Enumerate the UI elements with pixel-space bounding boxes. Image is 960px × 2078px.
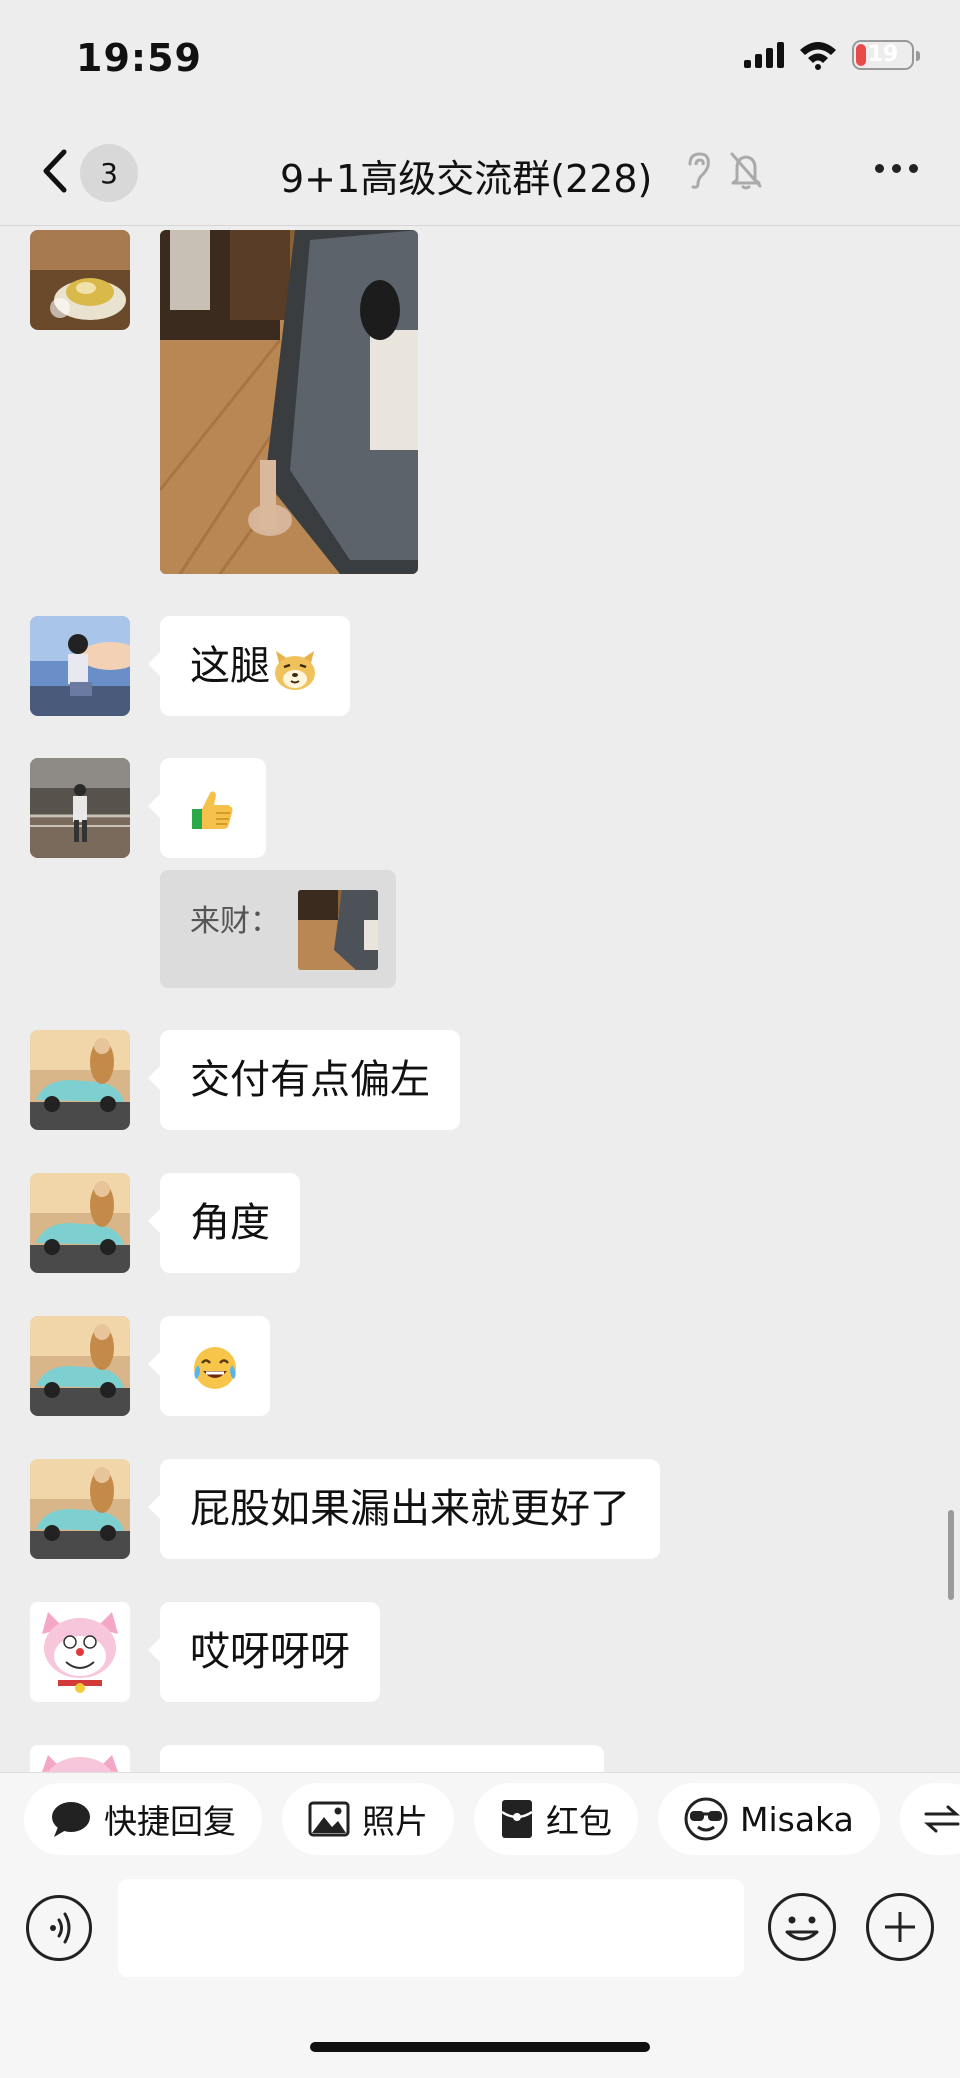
title-status-icons (684, 150, 764, 190)
chat-bubble-icon (52, 1802, 90, 1837)
voice-input-button[interactable] (26, 1895, 92, 1961)
sunglasses-icon (684, 1797, 728, 1841)
more-icon[interactable] (875, 164, 918, 173)
tears-of-joy-emoji (194, 1347, 236, 1389)
chat-header: 3 9+1高级交流群(228) (0, 120, 960, 226)
chat-title[interactable]: 9+1高级交流群(228) (280, 148, 652, 203)
quick-reply-chip[interactable]: 快捷回复 (24, 1783, 262, 1855)
battery-percent: 19 (867, 42, 899, 67)
avatar[interactable] (30, 616, 130, 716)
smiley-icon (785, 1916, 819, 1941)
message-bubble[interactable]: 这腿 (148, 616, 350, 716)
avatar[interactable] (30, 1173, 130, 1273)
avatar[interactable] (30, 1316, 130, 1416)
status-time: 19:59 (76, 36, 202, 80)
thumbs-up-emoji (192, 791, 233, 829)
switch-chip[interactable] (899, 1783, 960, 1855)
message-bubble[interactable] (160, 1745, 604, 1772)
chip-label: 红包 (546, 1802, 612, 1841)
bottom-panel: 快捷回复 照片 红包 Misaka (0, 1772, 960, 2078)
message-bubble[interactable]: 交付有点偏左 (148, 1030, 460, 1130)
quote-thumbnail[interactable] (298, 890, 378, 970)
status-bar: 19:59 19 (0, 0, 960, 120)
message-bubble[interactable] (148, 1316, 270, 1416)
quick-action-bar: 快捷回复 照片 红包 Misaka (24, 1783, 960, 1855)
battery-icon: 19 (852, 40, 920, 70)
shared-image[interactable] (160, 230, 418, 574)
emoji-button[interactable] (768, 1893, 836, 1961)
avatar[interactable] (30, 758, 130, 858)
message-text: 屁股如果漏出来就更好了 (190, 1486, 630, 1532)
quote-sender: 来财： (190, 904, 280, 939)
message-input[interactable] (118, 1879, 744, 1977)
message-text: 交付有点偏左 (190, 1057, 430, 1103)
avatar[interactable] (30, 1602, 130, 1702)
avatar[interactable] (30, 230, 130, 330)
earpiece-icon (688, 152, 710, 189)
status-icons: 19 (744, 40, 920, 70)
avatar[interactable] (30, 1030, 130, 1130)
unread-count-badge[interactable]: 3 (80, 144, 138, 202)
input-row (0, 1877, 960, 1997)
photo-chip[interactable]: 照片 (282, 1783, 454, 1855)
scroll-indicator[interactable] (948, 1510, 954, 1600)
message-bubble[interactable] (148, 758, 266, 858)
message-bubble[interactable]: 角度 (148, 1173, 300, 1273)
wifi-icon (800, 42, 836, 70)
chip-label: 照片 (362, 1802, 428, 1841)
message-text: 角度 (190, 1200, 270, 1246)
voice-icon (50, 1912, 71, 1944)
message-bubble[interactable]: 哎呀呀呀 (148, 1602, 380, 1702)
cellular-signal-icon (744, 42, 784, 68)
chip-label: 快捷回复 (104, 1802, 236, 1841)
doge-emoji (275, 651, 315, 690)
red-packet-icon (501, 1800, 533, 1838)
quoted-message[interactable]: 来财： (160, 870, 396, 988)
misaka-chip[interactable]: Misaka (658, 1783, 880, 1855)
avatar[interactable] (30, 1745, 130, 1772)
avatar[interactable] (30, 1459, 130, 1559)
red-packet-chip[interactable]: 红包 (474, 1783, 638, 1855)
switch-arrows-icon (923, 1805, 960, 1833)
message-text: 这腿 (190, 643, 270, 689)
plus-icon (885, 1912, 915, 1942)
message-text: 哎呀呀呀 (190, 1629, 350, 1675)
back-icon[interactable] (36, 146, 76, 196)
more-functions-button[interactable] (866, 1893, 934, 1961)
photo-icon (308, 1801, 350, 1837)
mute-bell-icon (730, 152, 762, 190)
home-indicator[interactable] (310, 2042, 650, 2052)
message-bubble[interactable]: 屁股如果漏出来就更好了 (148, 1459, 660, 1559)
chip-label: Misaka (740, 1799, 854, 1839)
